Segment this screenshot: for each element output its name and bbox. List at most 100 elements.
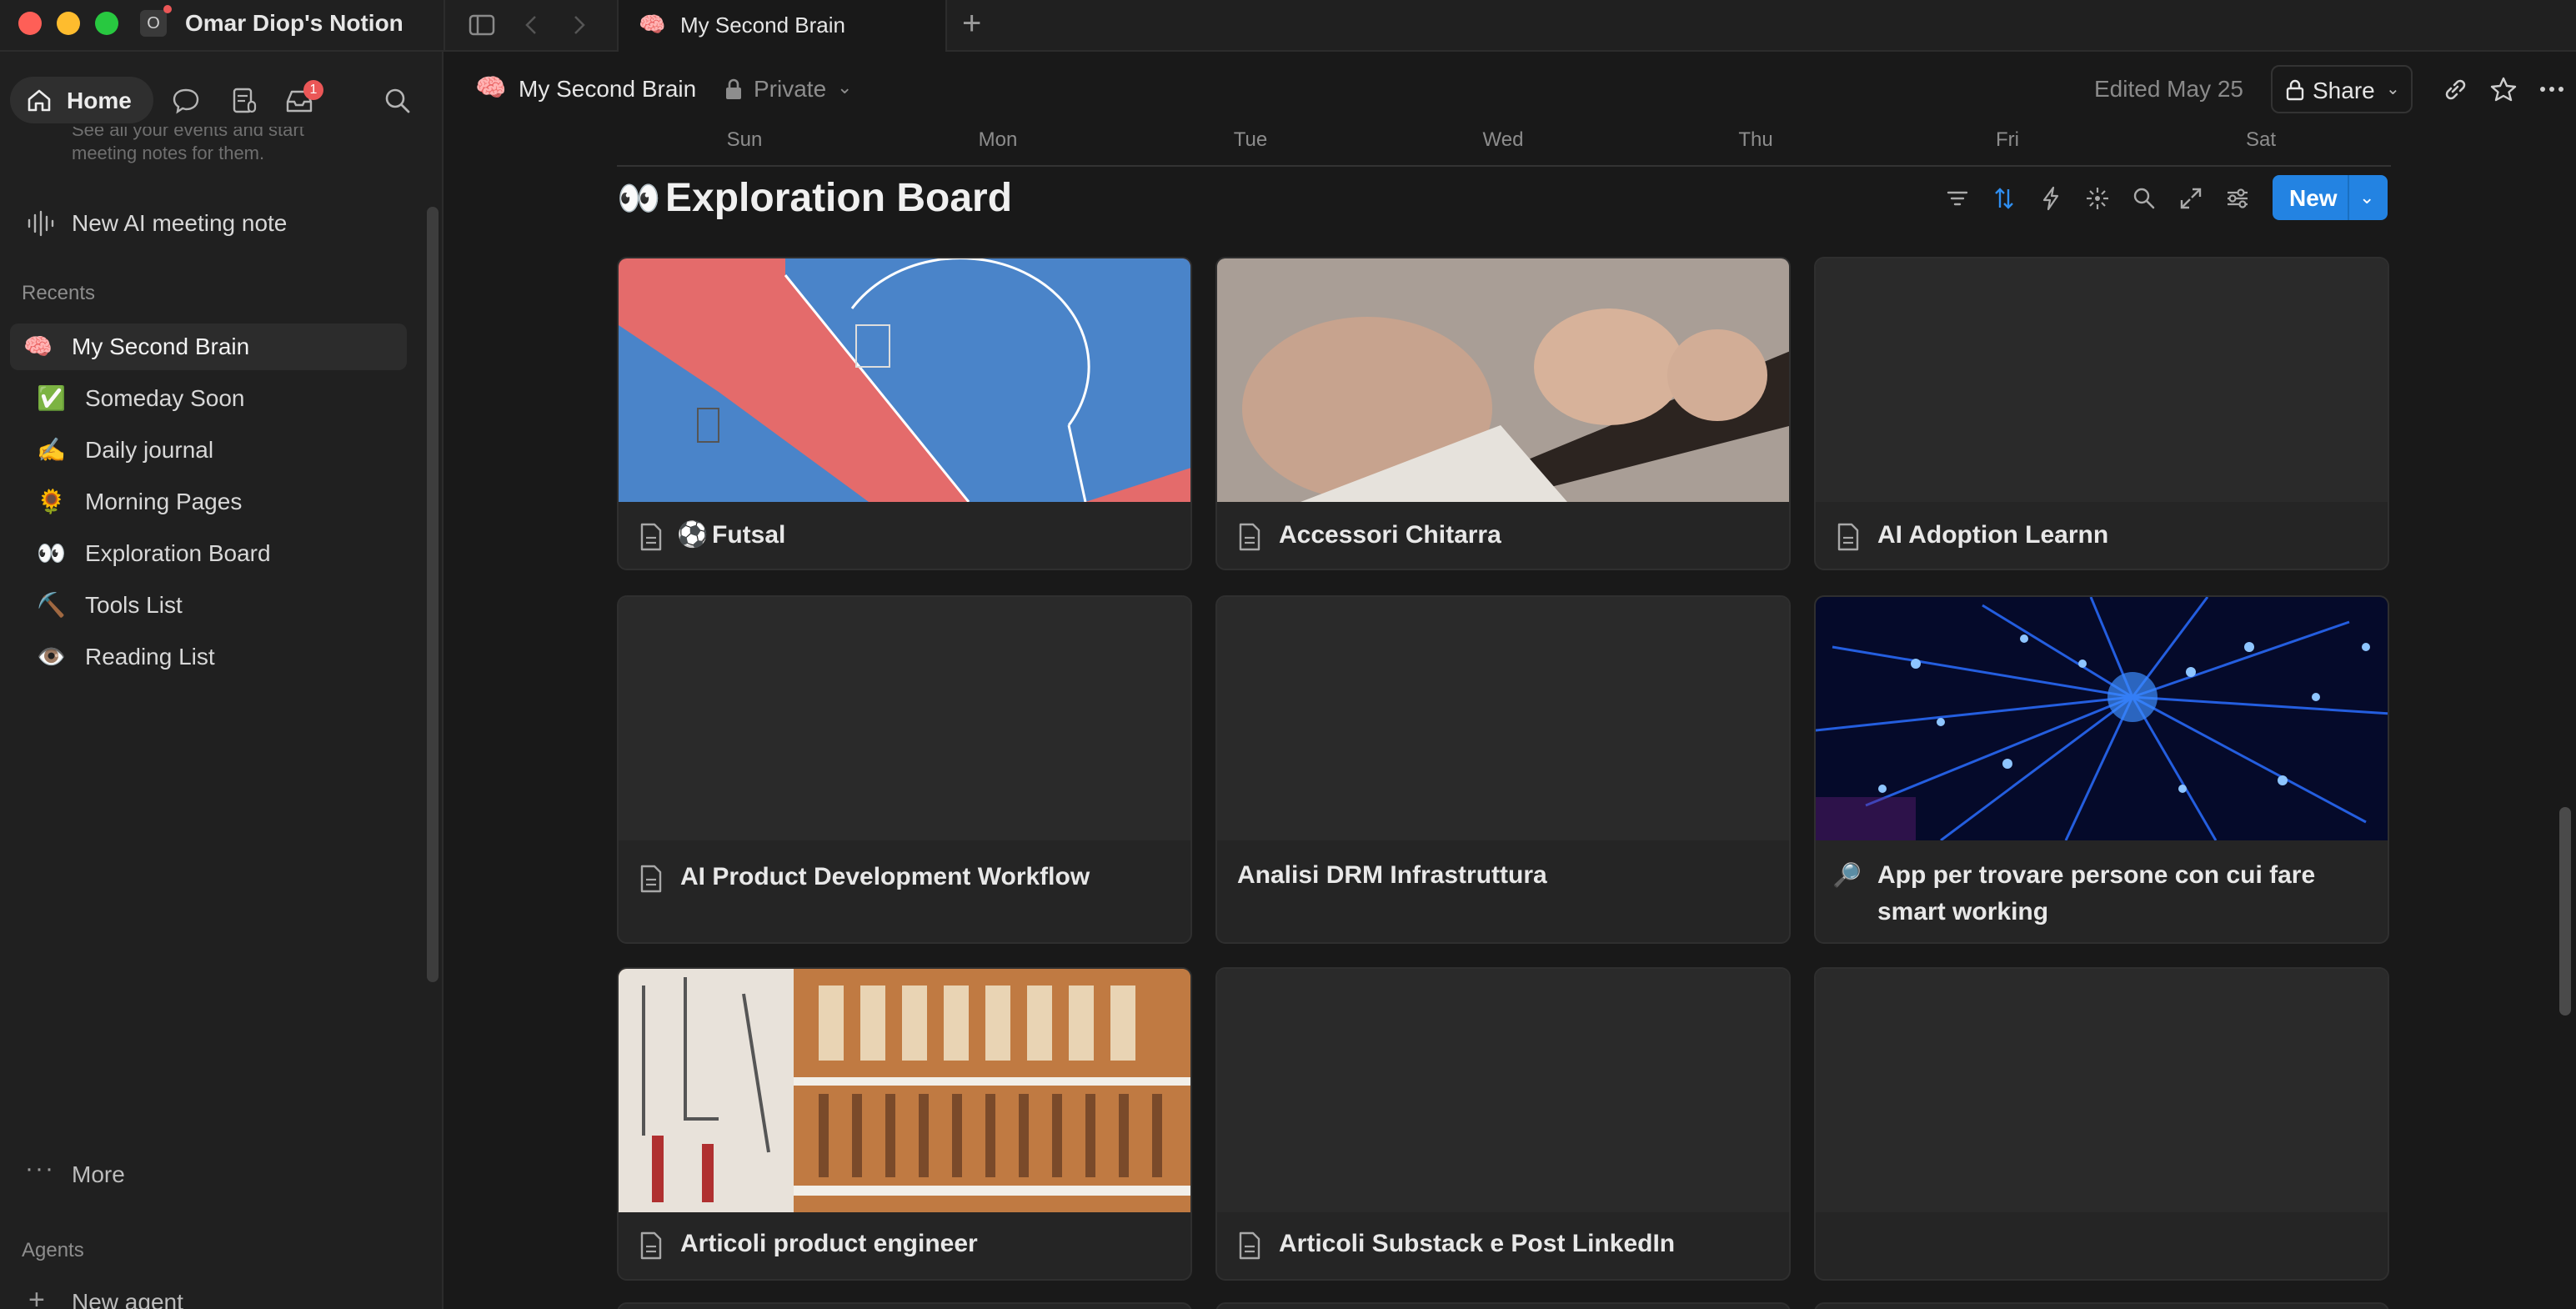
card-title-line2: smart working: [1877, 898, 2049, 925]
sidebar-item-label: Someday Soon: [85, 385, 245, 411]
board-title[interactable]: Exploration Board: [665, 175, 1012, 221]
futsal-court-cover-image: [619, 258, 1190, 502]
card-next-row-partial[interactable]: [1814, 1302, 2389, 1309]
magnifier-emoji-icon: 🔎: [1832, 862, 1862, 888]
card-analisi-drm-infrastruttura[interactable]: Analisi DRM Infrastruttura: [1215, 595, 1791, 944]
minimize-window-button[interactable]: [57, 12, 80, 35]
card-title: Articoli product engineer: [680, 1230, 978, 1257]
privacy-dropdown[interactable]: Private: [754, 76, 826, 103]
new-ai-meeting-note-label: New AI meeting note: [72, 210, 288, 236]
tab-my-second-brain[interactable]: 🧠 My Second Brain: [617, 0, 947, 52]
breadcrumb-page-title[interactable]: My Second Brain: [519, 76, 696, 103]
document-icon: [1239, 1231, 1260, 1260]
meeting-notes-icon[interactable]: [228, 85, 260, 117]
sidebar-item-daily-journal[interactable]: ✍️ Daily journal: [10, 427, 407, 474]
sidebar-item-reading-list[interactable]: 👁️ Reading List: [10, 634, 407, 680]
new-button-divider: [2348, 175, 2349, 220]
sidebar-item-someday-soon[interactable]: ✅ Someday Soon: [10, 375, 407, 422]
document-icon: [1239, 523, 1260, 551]
search-icon[interactable]: [382, 85, 413, 117]
chat-bubble-icon[interactable]: [170, 85, 202, 117]
workspace-avatar[interactable]: O: [140, 10, 167, 37]
sort-icon[interactable]: [1991, 185, 2017, 212]
home-icon: [28, 89, 51, 112]
recents-header[interactable]: Recents: [22, 282, 95, 305]
sidebar-item-label: Reading List: [85, 644, 215, 670]
card-app-per-trovare-persone[interactable]: 🔎 App per trovare persone con cui fare s…: [1814, 595, 2389, 944]
page-header: 🧠 My Second Brain Private ⌄ Edited May 2…: [445, 52, 2576, 127]
close-window-button[interactable]: [18, 12, 42, 35]
workspace-name[interactable]: Omar Diop's Notion: [185, 10, 403, 37]
main-scrollbar[interactable]: [2559, 807, 2571, 1016]
tools-wall-cover-image: [619, 969, 1190, 1212]
automation-bolt-icon[interactable]: [2037, 185, 2064, 212]
more-button[interactable]: ··· More: [22, 1155, 422, 1195]
new-tab-button[interactable]: +: [962, 5, 981, 43]
share-button[interactable]: Share ⌄: [2271, 65, 2413, 113]
card-futsal[interactable]: ⚽ Futsal: [617, 257, 1192, 570]
tab-label: My Second Brain: [680, 13, 845, 38]
document-icon: [640, 865, 662, 893]
chevron-down-icon: ⌄: [2386, 80, 2400, 98]
blue-network-cover-image: [1816, 597, 2388, 840]
new-agent-label: New agent: [72, 1289, 183, 1309]
card-untitled[interactable]: [1814, 967, 2389, 1281]
day-label-fri: Fri: [1996, 128, 2019, 151]
sidebar-scrollbar[interactable]: [427, 207, 439, 982]
ai-sparkle-icon[interactable]: [2084, 185, 2111, 212]
sidebar-item-label: Daily journal: [85, 437, 214, 463]
brain-emoji-icon: 🧠: [475, 74, 507, 102]
sidebar-item-exploration-board[interactable]: 👀 Exploration Board: [10, 530, 407, 577]
card-ai-product-development-workflow[interactable]: AI Product Development Workflow: [617, 595, 1192, 944]
new-entry-button[interactable]: New ⌄: [2273, 175, 2388, 220]
card-articoli-product-engineer[interactable]: Articoli product engineer: [617, 967, 1192, 1281]
search-icon[interactable]: [2131, 185, 2158, 212]
card-cover-empty: [1816, 258, 2388, 502]
card-accessori-chitarra[interactable]: Accessori Chitarra: [1215, 257, 1791, 570]
card-cover-empty: [1217, 597, 1789, 840]
card-next-row-partial[interactable]: [617, 1302, 1192, 1309]
day-label-thu: Thu: [1738, 128, 1773, 151]
home-button[interactable]: Home: [10, 77, 153, 123]
eye-emoji-icon: 👁️: [37, 644, 66, 670]
agents-header[interactable]: Agents: [22, 1239, 84, 1262]
calendar-hint-line1: See all your events and start: [72, 127, 304, 140]
sidebar-item-label: Tools List: [85, 592, 183, 618]
zoom-window-button[interactable]: [95, 12, 118, 35]
share-label: Share: [2313, 78, 2375, 103]
star-icon[interactable]: [2489, 75, 2518, 103]
title-bar: O Omar Diop's Notion 🧠 My Second Brain +: [0, 0, 2576, 52]
sidebar-item-my-second-brain[interactable]: 🧠 My Second Brain: [10, 323, 407, 370]
card-articoli-substack-linkedin[interactable]: Articoli Substack e Post LinkedIn: [1215, 967, 1791, 1281]
sidebar-item-tools-list[interactable]: ⛏️ Tools List: [10, 582, 407, 629]
card-title: AI Adoption Learnn: [1877, 521, 2109, 549]
more-dots-icon: ···: [25, 1155, 55, 1182]
back-arrow-icon[interactable]: [517, 10, 547, 40]
new-agent-button[interactable]: + New agent: [22, 1284, 422, 1309]
link-icon[interactable]: [2441, 75, 2469, 103]
sidebar-toggle-icon[interactable]: [467, 10, 497, 40]
sidebar-item-morning-pages[interactable]: 🌻 Morning Pages: [10, 479, 407, 525]
card-next-row-partial[interactable]: [1215, 1302, 1791, 1309]
forward-arrow-icon[interactable]: [564, 10, 594, 40]
new-button-label: New: [2289, 185, 2338, 211]
day-label-mon: Mon: [978, 128, 1018, 151]
new-ai-meeting-note-button[interactable]: New AI meeting note: [23, 203, 423, 243]
card-cover-empty: [619, 597, 1190, 840]
expand-icon[interactable]: [2178, 185, 2204, 212]
sidebar-item-label: Exploration Board: [85, 540, 271, 566]
titlebar-divider: [444, 0, 445, 52]
pick-emoji-icon: ⛏️: [37, 592, 66, 618]
sidebar-item-label: Morning Pages: [85, 489, 243, 514]
calendar-hint-text: See all your events and start meeting no…: [72, 127, 304, 167]
chevron-down-icon[interactable]: ⌄: [2359, 187, 2374, 208]
filter-icon[interactable]: [1944, 185, 1971, 212]
card-title: Analisi DRM Infrastruttura: [1237, 861, 1547, 889]
card-cover-empty: [1816, 969, 2388, 1212]
more-options-icon[interactable]: [2538, 75, 2566, 103]
guitar-cover-image: [1217, 258, 1789, 502]
settings-sliders-icon[interactable]: [2224, 185, 2251, 212]
card-ai-adoption-learnn[interactable]: AI Adoption Learnn: [1814, 257, 2389, 570]
calendar-day-header: Sun Mon Tue Wed Thu Fri Sat: [617, 127, 2391, 167]
audio-wave-icon: [28, 210, 54, 237]
